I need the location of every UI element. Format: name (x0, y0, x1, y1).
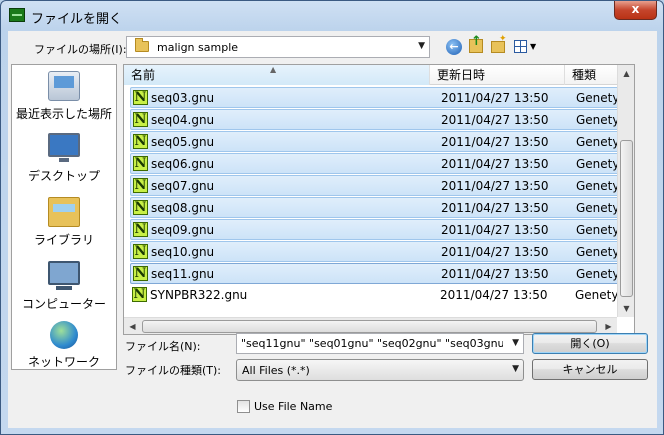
file-list[interactable]: 名前 ▲ 更新日時 種類 N seq03.gnu 2011/04/27 13:5… (123, 64, 635, 335)
title-bar[interactable]: ファイルを開く x (1, 1, 663, 31)
file-row[interactable]: N seq11.gnu 2011/04/27 13:50 Genetyx N (130, 263, 634, 284)
file-date: 2011/04/27 13:50 (441, 91, 549, 105)
folder-icon (135, 38, 149, 52)
file-row[interactable]: N seq03.gnu 2011/04/27 13:50 Genetyx N (130, 87, 634, 108)
file-date: 2011/04/27 13:50 (441, 267, 549, 281)
use-file-name-label: Use File Name (254, 400, 333, 413)
file-name: seq06.gnu (151, 157, 215, 171)
back-icon[interactable]: ← (446, 39, 462, 55)
dialog-body: ファイルの場所(I): malign sample ▼ ← ▼ 最近表示した場所… (8, 31, 657, 428)
file-date: 2011/04/27 13:50 (441, 157, 549, 171)
gnu-file-icon: N (133, 266, 148, 281)
library-icon (48, 197, 80, 227)
column-name[interactable]: 名前 ▲ (124, 65, 430, 85)
view-menu-icon[interactable]: ▼ (514, 39, 538, 55)
look-in-dropdown[interactable]: malign sample ▼ (126, 36, 430, 58)
chevron-down-icon: ▼ (530, 42, 537, 51)
file-date: 2011/04/27 13:50 (441, 179, 549, 193)
chevron-down-icon[interactable]: ▼ (512, 364, 519, 374)
file-type-value: All Files (*.*) (242, 364, 310, 377)
file-date: 2011/04/27 13:50 (441, 245, 549, 259)
file-type-dropdown[interactable]: All Files (*.*) ▼ (236, 359, 524, 381)
file-date: 2011/04/27 13:50 (441, 223, 549, 237)
gnu-file-icon: N (132, 287, 147, 302)
place-computer[interactable]: コンピューター (12, 261, 116, 312)
file-name: SYNPBR322.gnu (150, 288, 248, 302)
scroll-thumb[interactable] (142, 320, 597, 333)
gnu-file-icon: N (133, 156, 148, 171)
gnu-file-icon: N (133, 178, 148, 193)
chevron-down-icon[interactable]: ▼ (512, 338, 519, 348)
look-in-value: malign sample (157, 41, 239, 54)
file-name-value: "seq11gnu" "seq01gnu" "seq02gnu" "seq03g… (241, 337, 503, 350)
place-label: コンピューター (21, 297, 106, 311)
computer-icon (48, 261, 80, 290)
file-date: 2011/04/27 13:50 (440, 288, 548, 302)
up-folder-icon[interactable] (469, 34, 483, 53)
file-name-label: ファイル名(N): (125, 340, 201, 353)
file-row[interactable]: N SYNPBR322.gnu 2011/04/27 13:50 Genetyx… (130, 285, 634, 306)
file-name: seq03.gnu (151, 91, 215, 105)
place-library[interactable]: ライブラリ (12, 197, 116, 248)
scroll-down-icon[interactable]: ▼ (618, 300, 634, 317)
column-header: 名前 ▲ 更新日時 種類 (124, 65, 634, 85)
horizontal-scrollbar[interactable]: ◀ ▶ (124, 317, 617, 334)
sort-up-icon: ▲ (270, 65, 277, 74)
scroll-up-icon[interactable]: ▲ (618, 65, 634, 82)
place-label: 最近表示した場所 (15, 107, 112, 121)
scroll-left-icon[interactable]: ◀ (124, 318, 141, 334)
place-desktop[interactable]: デスクトップ (12, 133, 116, 184)
file-date: 2011/04/27 13:50 (441, 135, 549, 149)
file-name: seq10.gnu (151, 245, 215, 259)
gnu-file-icon: N (133, 200, 148, 215)
file-row[interactable]: N seq07.gnu 2011/04/27 13:50 Genetyx N (130, 175, 634, 196)
network-icon (50, 321, 78, 349)
place-label: ライブラリ (33, 233, 94, 247)
close-button[interactable]: x (614, 1, 657, 20)
place-label: ネットワーク (27, 355, 100, 369)
file-row[interactable]: N seq06.gnu 2011/04/27 13:50 Genetyx N (130, 153, 634, 174)
file-name: seq04.gnu (151, 113, 215, 127)
file-name: seq11.gnu (151, 267, 215, 281)
gnu-file-icon: N (133, 90, 148, 105)
gnu-file-icon: N (133, 222, 148, 237)
place-network[interactable]: ネットワーク (12, 321, 116, 370)
gnu-file-icon: N (133, 112, 148, 127)
column-name-label: 名前 (131, 68, 156, 82)
file-type-label: ファイルの種類(T): (125, 364, 222, 377)
use-file-name-checkbox[interactable] (237, 400, 250, 413)
place-label: デスクトップ (27, 169, 100, 183)
open-button[interactable]: 開く(O) (532, 333, 648, 354)
places-bar: 最近表示した場所 デスクトップ ライブラリ コンピューター ネットワーク (11, 64, 117, 370)
file-name: seq05.gnu (151, 135, 215, 149)
file-name: seq07.gnu (151, 179, 215, 193)
vertical-scrollbar[interactable]: ▲ ▼ (617, 65, 634, 317)
open-file-dialog: ファイルを開く x ファイルの場所(I): malign sample ▼ ← … (0, 0, 664, 435)
file-name: seq09.gnu (151, 223, 215, 237)
file-row[interactable]: N seq09.gnu 2011/04/27 13:50 Genetyx N (130, 219, 634, 240)
file-name: seq08.gnu (151, 201, 215, 215)
scroll-thumb[interactable] (620, 140, 633, 297)
app-icon (9, 8, 25, 22)
dialog-title: ファイルを開く (31, 12, 123, 27)
file-date: 2011/04/27 13:50 (441, 113, 549, 127)
gnu-file-icon: N (133, 244, 148, 259)
file-row[interactable]: N seq08.gnu 2011/04/27 13:50 Genetyx N (130, 197, 634, 218)
desktop-icon (48, 133, 80, 162)
place-recent[interactable]: 最近表示した場所 (12, 71, 116, 122)
new-folder-icon[interactable] (491, 34, 507, 53)
cancel-button[interactable]: キャンセル (532, 359, 648, 380)
look-in-label: ファイルの場所(I): (34, 43, 127, 56)
file-name-input[interactable]: "seq11gnu" "seq01gnu" "seq02gnu" "seq03g… (236, 333, 524, 354)
file-row[interactable]: N seq05.gnu 2011/04/27 13:50 Genetyx N (130, 131, 634, 152)
view-grid-icon (514, 40, 527, 53)
chevron-down-icon[interactable]: ▼ (418, 41, 425, 51)
gnu-file-icon: N (133, 134, 148, 149)
file-date: 2011/04/27 13:50 (441, 201, 549, 215)
column-date[interactable]: 更新日時 (430, 65, 565, 85)
file-row[interactable]: N seq10.gnu 2011/04/27 13:50 Genetyx N (130, 241, 634, 262)
file-row[interactable]: N seq04.gnu 2011/04/27 13:50 Genetyx N (130, 109, 634, 130)
recent-places-icon (48, 71, 80, 101)
